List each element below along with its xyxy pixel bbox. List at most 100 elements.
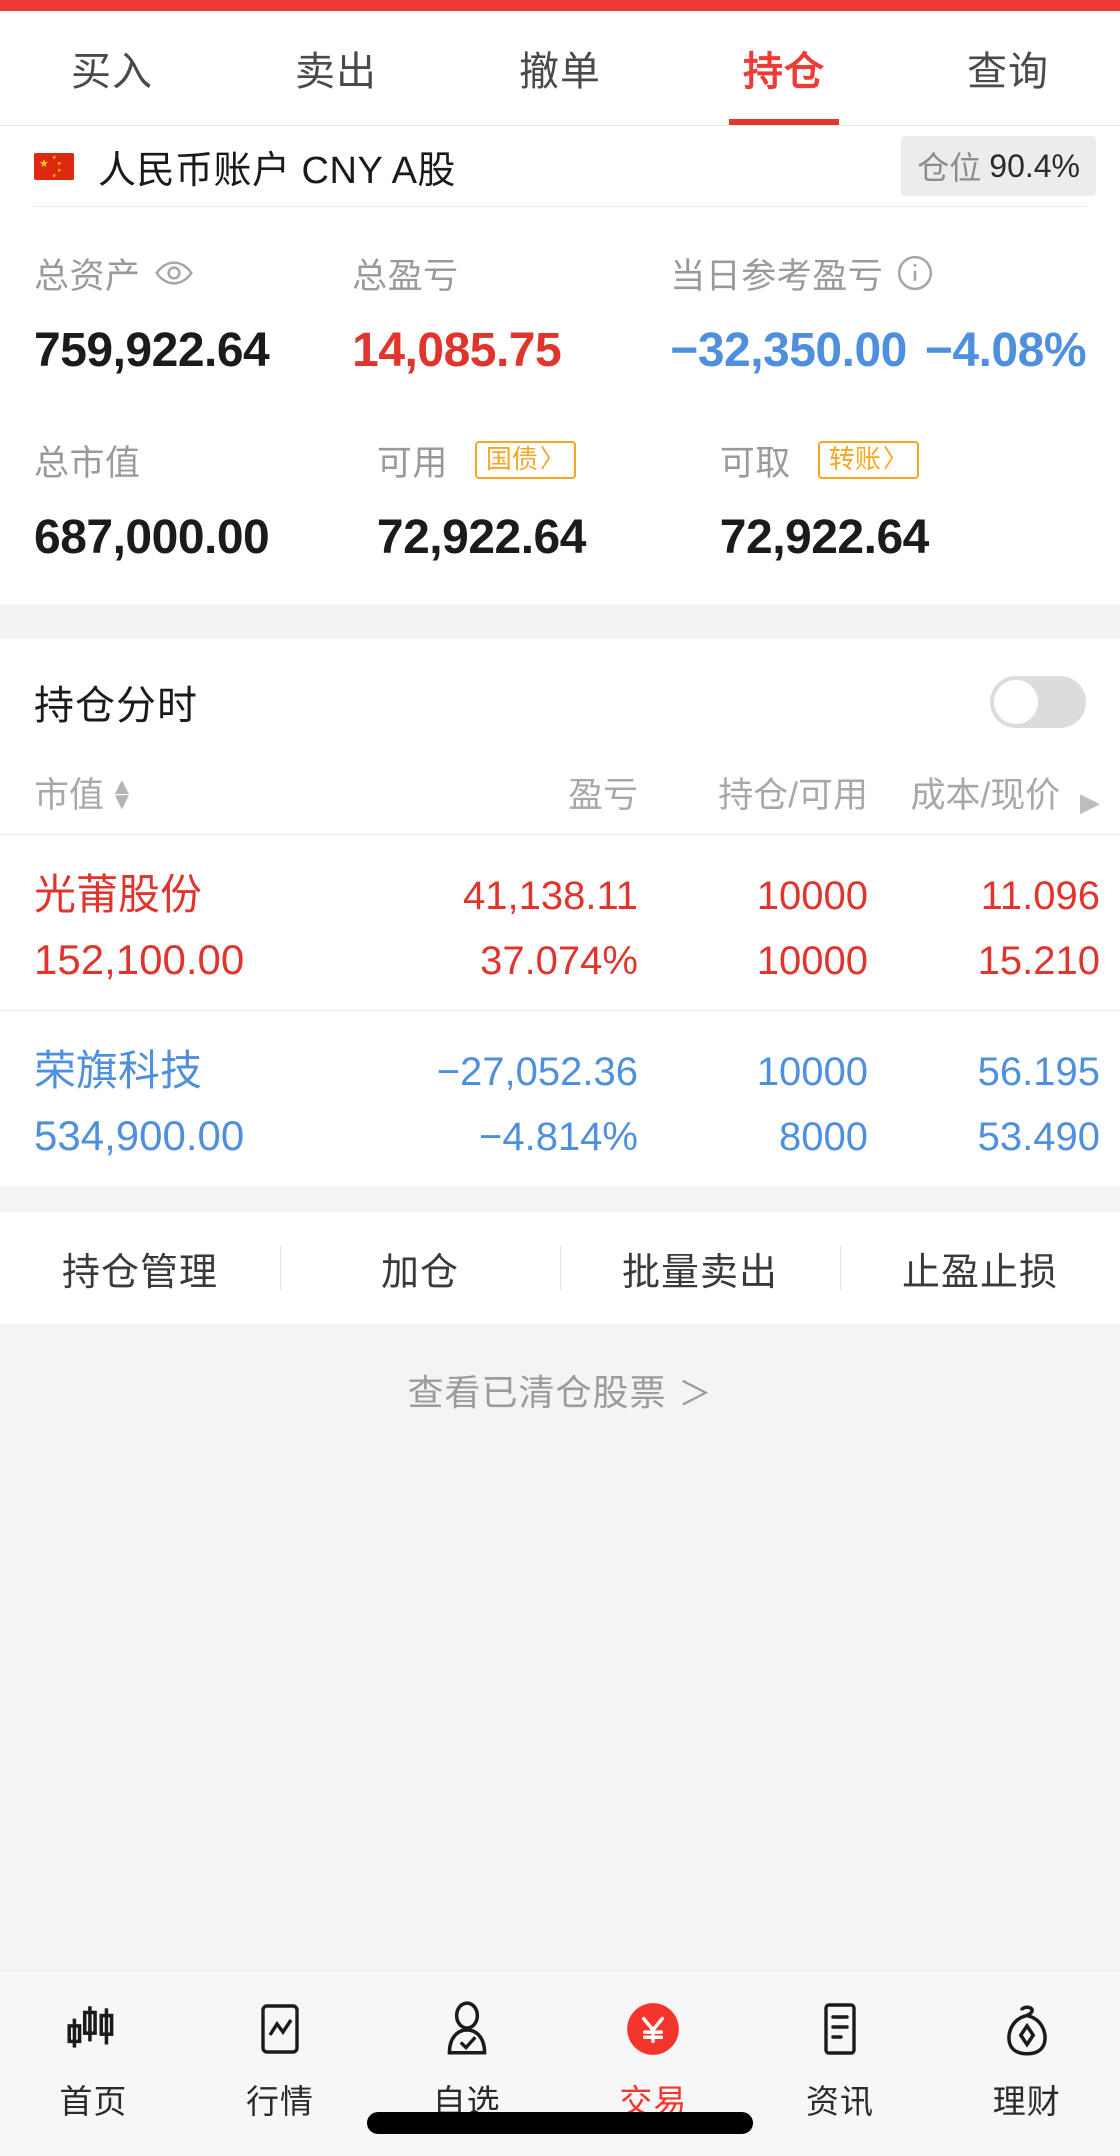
nav-item-wealth[interactable]: 理财	[933, 1993, 1120, 2123]
tab-buy-label: 买入	[71, 50, 153, 94]
batch-sell-button[interactable]: 批量卖出	[560, 1241, 840, 1296]
position-ratio-badge: 仓位 90.4%	[901, 136, 1096, 196]
column-cost-price[interactable]: 成本/现价 ▶	[868, 767, 1100, 818]
summary-market-value-label: 总市值	[34, 443, 141, 483]
summary-daily-pnl-label: 当日参考盈亏	[670, 256, 884, 296]
summary-total-assets-label-wrap: 总资产	[34, 249, 352, 297]
summary-total-pnl-label: 总盈亏	[352, 256, 459, 296]
summary-daily-pnl: 当日参考盈亏 −32,350.00 −4.08%	[670, 249, 1087, 378]
nav-item-news[interactable]: 资讯	[747, 1993, 934, 2123]
chevron-right-icon: ＞	[678, 1375, 713, 1412]
account-name: 人民币账户 CNY A股	[98, 149, 456, 192]
tab-cancel-order[interactable]: 撤单	[448, 11, 672, 125]
summary-available-value: 72,922.64	[376, 511, 587, 564]
summary-market-value: 总市值 687,000.00	[34, 436, 377, 565]
column-pnl-label: 盈亏	[567, 776, 638, 815]
chevron-right-icon: 〉	[882, 445, 908, 474]
stock-price: 15.210	[977, 939, 1100, 983]
intraday-chart-toggle[interactable]	[990, 676, 1086, 728]
summary-row-primary: 总资产 759,922.64 总盈亏 14,085.75 当日参考盈亏 −32,…	[34, 249, 1087, 378]
section-gap	[0, 605, 1120, 639]
summary-total-assets: 总资产 759,922.64	[34, 249, 352, 378]
holdings-column-header: 市值 ▲ ▼ 盈亏 持仓/可用 成本/现价 ▶	[0, 751, 1120, 835]
tab-sell[interactable]: 卖出	[224, 11, 448, 125]
china-flag-icon: ★ ★ ★ ★ ★	[34, 152, 74, 180]
stock-name: 荣旗科技	[34, 1047, 203, 1094]
stock-available: 8000	[779, 1115, 868, 1159]
account-summary-panel: 总资产 759,922.64 总盈亏 14,085.75 当日参考盈亏 −32,…	[0, 207, 1120, 605]
view-cleared-stocks-link[interactable]: 查看已清仓股票 ＞	[0, 1324, 1120, 1416]
nav-item-market[interactable]: 行情	[187, 1993, 374, 2123]
add-position-label: 加仓	[380, 1251, 459, 1294]
nav-item-market-label: 行情	[246, 2083, 314, 2120]
stock-pnl: −27,052.36	[436, 1050, 638, 1094]
summary-total-pnl: 总盈亏 14,085.75	[352, 249, 670, 378]
table-row-line-primary: 荣旗科技 −27,052.36 10000 56.195	[34, 1037, 1100, 1098]
summary-available: 可用 国债〉 72,922.64	[377, 436, 720, 565]
take-profit-stop-loss-button[interactable]: 止盈止损	[840, 1241, 1120, 1296]
app-screen: 买入 卖出 撤单 持仓 查询 ★ ★ ★ ★ ★ 人民币账户 CNY A股 仓位…	[0, 0, 1120, 2156]
tab-query[interactable]: 查询	[896, 11, 1120, 125]
toggle-knob	[994, 680, 1038, 724]
transfer-label: 转账	[828, 443, 881, 474]
line-chart-icon	[250, 1993, 310, 2065]
stock-pnl-percent: 37.074%	[480, 939, 638, 983]
summary-market-value-value: 687,000.00	[34, 511, 270, 564]
nav-item-home[interactable]: 首页	[0, 1993, 187, 2123]
holdings-action-bar: 持仓管理 加仓 批量卖出 止盈止损	[0, 1212, 1120, 1324]
treasury-bond-button[interactable]: 国债〉	[474, 440, 576, 480]
stock-pnl-percent: −4.814%	[478, 1115, 638, 1159]
table-row[interactable]: 荣旗科技 −27,052.36 10000 56.195 534,900.00 …	[0, 1011, 1120, 1186]
column-qty-available-label: 持仓/可用	[718, 776, 868, 815]
news-document-icon	[810, 1993, 870, 2065]
table-row-line-primary: 光莆股份 41,138.11 10000 11.096	[34, 861, 1100, 922]
summary-market-value-label-wrap: 总市值	[34, 436, 377, 484]
stock-available: 10000	[756, 939, 868, 983]
nav-item-trade[interactable]: 交易	[560, 1993, 747, 2123]
summary-withdrawable-label: 可取	[719, 443, 791, 483]
holdings-title: 持仓分时	[34, 684, 198, 728]
summary-withdrawable-label-wrap: 可取 转账〉	[720, 436, 1086, 484]
stock-pnl: 41,138.11	[463, 874, 638, 918]
account-header[interactable]: ★ ★ ★ ★ ★ 人民币账户 CNY A股 仓位 90.4%	[0, 126, 1120, 206]
summary-daily-pnl-label-wrap: 当日参考盈亏	[670, 249, 1086, 297]
table-row-line-secondary: 152,100.00 37.074% 10000 15.210	[34, 936, 1100, 984]
tab-query-label: 查询	[967, 50, 1049, 94]
info-icon[interactable]	[896, 254, 934, 292]
transfer-button[interactable]: 转账〉	[817, 440, 919, 480]
chevron-right-icon[interactable]: ▶	[1080, 787, 1100, 817]
sort-arrows-icon[interactable]: ▲ ▼	[110, 774, 134, 813]
nav-item-home-label: 首页	[59, 2083, 128, 2120]
column-cost-price-label: 成本/现价	[910, 776, 1061, 815]
manage-positions-button[interactable]: 持仓管理	[0, 1241, 280, 1296]
stock-cost: 11.096	[980, 874, 1100, 918]
table-row-line-secondary: 534,900.00 −4.814% 8000 53.490	[34, 1112, 1100, 1160]
summary-total-assets-label: 总资产	[34, 256, 141, 296]
column-market-value[interactable]: 市值 ▲ ▼	[34, 767, 334, 818]
position-ratio-label: 仓位	[917, 150, 982, 186]
column-qty-available[interactable]: 持仓/可用	[638, 767, 868, 818]
tab-cancel-order-label: 撤单	[519, 50, 601, 94]
money-bag-icon	[996, 1993, 1058, 2065]
column-pnl[interactable]: 盈亏	[334, 767, 638, 818]
yuan-circle-icon	[622, 1993, 684, 2065]
add-position-button[interactable]: 加仓	[280, 1241, 560, 1296]
tab-holdings[interactable]: 持仓	[672, 11, 896, 125]
nav-item-watchlist[interactable]: 自选	[373, 1993, 560, 2123]
summary-available-label-wrap: 可用 国债〉	[377, 436, 720, 484]
eye-icon[interactable]	[154, 253, 194, 293]
tab-buy[interactable]: 买入	[0, 11, 224, 125]
stock-name: 光莆股份	[34, 871, 203, 918]
tab-sell-label: 卖出	[295, 50, 377, 94]
summary-total-assets-value: 759,922.64	[34, 324, 270, 377]
stock-cost: 56.195	[977, 1050, 1100, 1094]
person-check-icon	[436, 1993, 498, 2065]
stock-market-value: 152,100.00	[34, 936, 245, 983]
summary-daily-pnl-value-wrap: −32,350.00 −4.08%	[670, 323, 1086, 378]
stock-market-value: 534,900.00	[34, 1112, 245, 1159]
table-row[interactable]: 光莆股份 41,138.11 10000 11.096 152,100.00 3…	[0, 835, 1120, 1011]
home-indicator	[367, 2112, 753, 2134]
summary-total-pnl-value: 14,085.75	[352, 324, 562, 377]
holdings-card: 持仓分时 市值 ▲ ▼ 盈亏 持仓/可用 成本/现价 ▶ 光莆股份 41,138…	[0, 639, 1120, 1186]
summary-daily-pnl-percent: −4.08%	[924, 324, 1087, 377]
